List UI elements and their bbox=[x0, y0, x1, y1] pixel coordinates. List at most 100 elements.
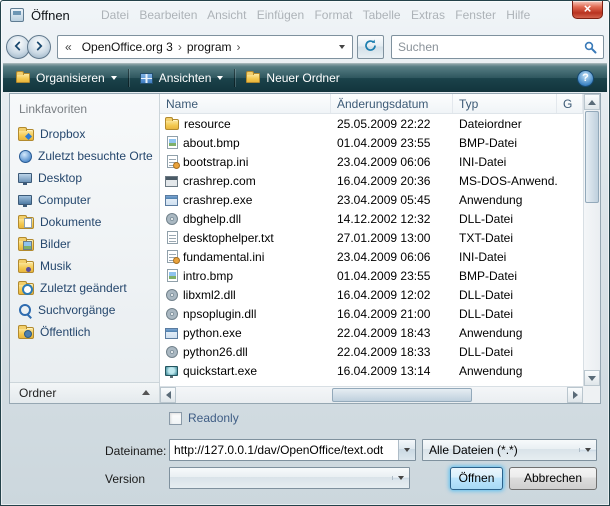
filetype-dropdown-button[interactable] bbox=[579, 448, 596, 452]
file-name: fundamental.ini bbox=[183, 250, 264, 264]
file-row[interactable]: libxml2.dll 16.04.2009 12:02 DLL-Datei bbox=[160, 285, 583, 304]
file-name-cell: about.bmp bbox=[160, 136, 331, 150]
chevron-right-icon bbox=[34, 40, 44, 54]
sidebar-item[interactable]: Dropbox bbox=[10, 123, 159, 145]
chevron-down-icon bbox=[585, 448, 591, 452]
sidebar-item[interactable]: Suchvorgänge bbox=[10, 299, 159, 321]
file-date: 23.04.2009 05:45 bbox=[331, 193, 453, 207]
open-button[interactable]: Öffnen bbox=[450, 467, 503, 490]
search-box[interactable] bbox=[391, 35, 604, 59]
version-dropdown-button[interactable] bbox=[392, 476, 409, 480]
file-icon bbox=[165, 328, 178, 339]
cancel-button[interactable]: Abbrechen bbox=[509, 467, 597, 490]
file-icon bbox=[167, 231, 178, 244]
address-dropdown-button[interactable] bbox=[334, 45, 350, 49]
breadcrumb-overflow-chevron[interactable]: « bbox=[60, 40, 77, 54]
filename-dropdown-button[interactable] bbox=[398, 440, 415, 460]
refresh-button[interactable] bbox=[357, 35, 384, 59]
filetype-select[interactable]: Alle Dateien (*.*) bbox=[422, 439, 597, 461]
organize-button[interactable]: Organisieren bbox=[7, 66, 126, 90]
file-row[interactable]: intro.bmp 01.04.2009 23:55 BMP-Datei bbox=[160, 266, 583, 285]
file-row[interactable]: dbghelp.dll 14.12.2002 12:32 DLL-Datei bbox=[160, 209, 583, 228]
vertical-scrollbar[interactable] bbox=[583, 94, 600, 386]
file-date: 22.04.2009 18:33 bbox=[331, 345, 453, 359]
sidebar-item-icon bbox=[18, 239, 34, 251]
scroll-right-button[interactable] bbox=[567, 387, 583, 403]
organize-label: Organisieren bbox=[36, 71, 105, 85]
sidebar-item-label: Bilder bbox=[40, 237, 71, 251]
chevron-down-icon bbox=[339, 45, 345, 49]
file-list-pane: Name Änderungsdatum Typ G resource 25.05… bbox=[160, 94, 600, 403]
breadcrumb-segment-program[interactable]: program bbox=[182, 40, 237, 54]
new-folder-button[interactable]: Neuer Ordner bbox=[237, 66, 348, 90]
sidebar-item[interactable]: Zuletzt besuchte Orte bbox=[10, 145, 159, 167]
sidebar-item-label: Suchvorgänge bbox=[38, 303, 115, 317]
file-row[interactable]: about.bmp 01.04.2009 23:55 BMP-Datei bbox=[160, 133, 583, 152]
sidebar-item[interactable]: Desktop bbox=[10, 167, 159, 189]
column-header-name[interactable]: Name bbox=[160, 94, 331, 113]
file-row[interactable]: python26.dll 22.04.2009 18:33 DLL-Datei bbox=[160, 342, 583, 361]
search-icon[interactable] bbox=[581, 41, 599, 54]
file-icon bbox=[166, 289, 178, 301]
file-row[interactable]: fundamental.ini 23.04.2009 06:06 INI-Dat… bbox=[160, 247, 583, 266]
file-name: crashrep.com bbox=[183, 174, 256, 188]
sidebar-item[interactable]: Bilder bbox=[10, 233, 159, 255]
sidebar-item[interactable]: Dokumente bbox=[10, 211, 159, 233]
address-bar[interactable]: « OpenOffice.org 3 › program › bbox=[57, 35, 353, 59]
breadcrumb-separator-icon[interactable]: › bbox=[237, 40, 241, 54]
search-input[interactable] bbox=[392, 40, 581, 54]
scroll-left-button[interactable] bbox=[160, 387, 176, 403]
file-type: DLL-Datei bbox=[453, 345, 557, 359]
file-row[interactable]: bootstrap.ini 23.04.2009 06:06 INI-Datei bbox=[160, 152, 583, 171]
scroll-up-button[interactable] bbox=[584, 94, 600, 110]
scroll-down-button[interactable] bbox=[584, 370, 600, 386]
background-window-menu: Datei Bearbeiten Ansicht Einfügen Format… bbox=[101, 1, 567, 30]
breadcrumb-segment-openoffice[interactable]: OpenOffice.org 3 bbox=[77, 40, 178, 54]
column-header-date[interactable]: Änderungsdatum bbox=[331, 94, 453, 113]
sidebar-item[interactable]: Musik bbox=[10, 255, 159, 277]
views-button[interactable]: Ansichten bbox=[131, 66, 233, 90]
file-type: BMP-Datei bbox=[453, 136, 557, 150]
file-date: 14.12.2002 12:32 bbox=[331, 212, 453, 226]
file-name-cell: python26.dll bbox=[160, 345, 331, 359]
filename-combobox[interactable] bbox=[169, 439, 416, 461]
horizontal-scroll-thumb[interactable] bbox=[332, 388, 472, 402]
new-folder-label: Neuer Ordner bbox=[266, 71, 339, 85]
help-button[interactable]: ? bbox=[577, 70, 594, 87]
forward-button[interactable] bbox=[27, 35, 51, 59]
column-header-type[interactable]: Typ bbox=[453, 94, 557, 113]
file-row[interactable]: quickstart.exe 16.04.2009 13:14 Anwendun… bbox=[160, 361, 583, 380]
sidebar-item[interactable]: Zuletzt geändert bbox=[10, 277, 159, 299]
sidebar-item[interactable]: Computer bbox=[10, 189, 159, 211]
file-date: 16.04.2009 21:00 bbox=[331, 307, 453, 321]
file-date: 23.04.2009 06:06 bbox=[331, 250, 453, 264]
version-select[interactable] bbox=[169, 467, 410, 489]
file-row[interactable]: desktophelper.txt 27.01.2009 13:00 TXT-D… bbox=[160, 228, 583, 247]
close-button[interactable]: × bbox=[572, 1, 603, 19]
sidebar-item-label: Desktop bbox=[38, 171, 82, 185]
file-name: quickstart.exe bbox=[183, 364, 257, 378]
file-type: TXT-Datei bbox=[453, 231, 557, 245]
triangle-up-icon bbox=[588, 100, 596, 105]
file-row[interactable]: crashrep.exe 23.04.2009 05:45 Anwendung bbox=[160, 190, 583, 209]
file-date: 22.04.2009 18:43 bbox=[331, 326, 453, 340]
file-name-cell: python.exe bbox=[160, 326, 331, 340]
horizontal-scrollbar[interactable] bbox=[160, 386, 583, 403]
titlebar[interactable]: Öffnen Datei Bearbeiten Ansicht Einfügen… bbox=[1, 1, 609, 30]
file-icon bbox=[165, 119, 179, 130]
file-name: python26.dll bbox=[183, 345, 248, 359]
file-type: INI-Datei bbox=[453, 250, 557, 264]
file-icon bbox=[167, 155, 178, 168]
organize-folder-icon bbox=[16, 73, 30, 83]
vertical-scroll-thumb[interactable] bbox=[585, 111, 599, 203]
readonly-checkbox[interactable] bbox=[169, 412, 182, 425]
column-header-size[interactable]: G bbox=[557, 94, 583, 113]
folders-expander[interactable]: Ordner bbox=[10, 382, 159, 403]
file-row[interactable]: crashrep.com 16.04.2009 20:36 MS-DOS-Anw… bbox=[160, 171, 583, 190]
file-row[interactable]: resource 25.05.2009 22:22 Dateiordner bbox=[160, 114, 583, 133]
filename-input[interactable] bbox=[170, 440, 398, 460]
file-row[interactable]: npsoplugin.dll 16.04.2009 21:00 DLL-Date… bbox=[160, 304, 583, 323]
navigation-bar: « OpenOffice.org 3 › program › bbox=[6, 32, 604, 62]
file-row[interactable]: python.exe 22.04.2009 18:43 Anwendung bbox=[160, 323, 583, 342]
sidebar-item[interactable]: Öffentlich bbox=[10, 321, 159, 343]
